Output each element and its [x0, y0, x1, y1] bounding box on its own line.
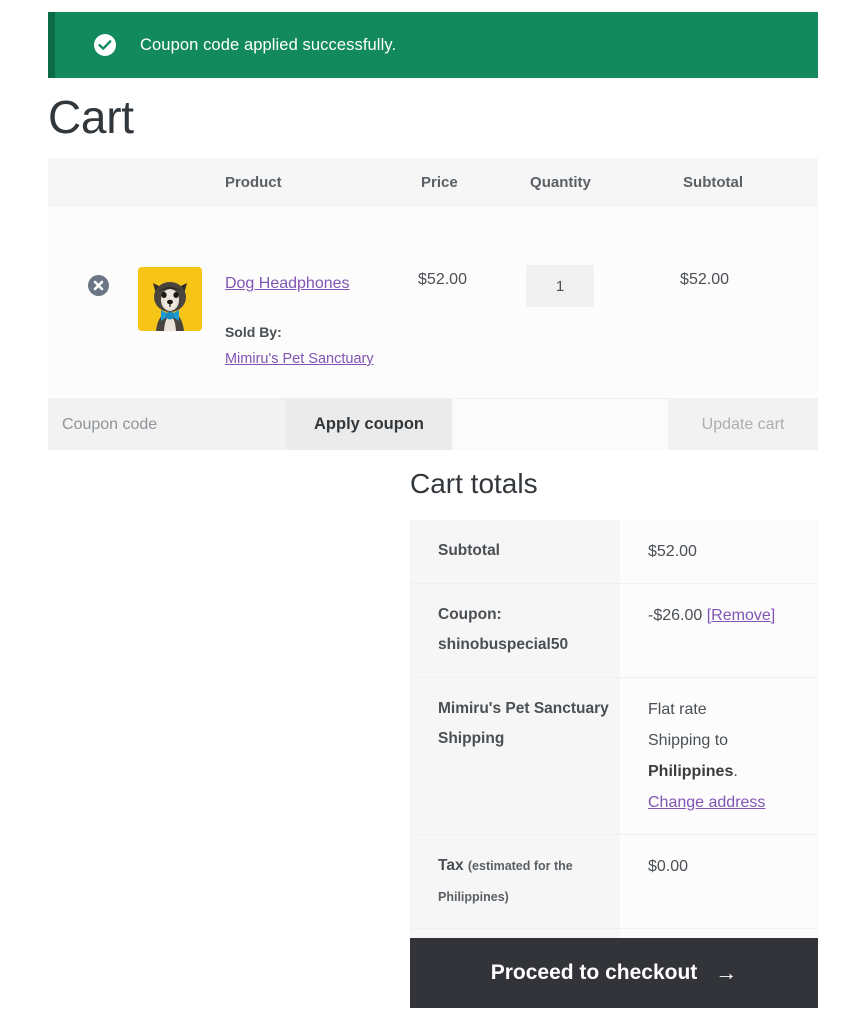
shipping-method: Flat rate	[648, 700, 707, 718]
quantity-input[interactable]	[526, 265, 595, 307]
col-header-quantity: Quantity	[526, 158, 681, 207]
product-name-link[interactable]: Dog Headphones	[225, 275, 350, 292]
vendor-link[interactable]: Mimiru's Pet Sanctuary	[225, 351, 374, 367]
col-header-product: Product	[224, 158, 419, 207]
tax-value: $0.00	[620, 834, 818, 929]
col-header-price: Price	[418, 158, 527, 207]
check-circle-icon	[94, 34, 116, 56]
coupon-row-spacer	[452, 399, 668, 450]
remove-item-icon[interactable]	[88, 275, 109, 296]
notice-message: Coupon code applied successfully.	[140, 35, 397, 54]
sold-by-label: Sold By:	[224, 324, 282, 341]
coupon-remove-bracket-close: ]	[770, 607, 776, 625]
update-cart-button[interactable]: Update cart	[668, 399, 818, 450]
cart-totals-table: Subtotal $52.00 Coupon: shinobuspecial50…	[410, 520, 818, 992]
tax-label: Tax	[438, 857, 464, 875]
coupon-remove-link[interactable]: Remove	[711, 607, 771, 624]
coupon-value-cell: -$26.00 [Remove]	[620, 583, 818, 678]
checkout-label: Proceed to checkout	[490, 961, 698, 984]
apply-coupon-button[interactable]: Apply coupon	[286, 399, 452, 450]
cart-totals-title: Cart totals	[410, 468, 538, 499]
success-notice: Coupon code applied successfully.	[48, 12, 818, 78]
coupon-amount: -$26.00	[648, 607, 703, 625]
coupon-code-input[interactable]	[48, 399, 286, 450]
shipping-destination: Shipping to Philippines.	[648, 725, 818, 787]
shipping-label: Mimiru's Pet Sanctuary Shipping	[410, 677, 620, 836]
shipping-country-suffix: .	[733, 763, 738, 780]
coupon-label: Coupon: shinobuspecial50	[410, 583, 620, 678]
shipping-value-cell: Flat rate Shipping to Philippines. Chang…	[620, 677, 818, 836]
coupon-actions-row: Apply coupon Update cart	[48, 398, 818, 450]
col-header-subtotal: Subtotal	[680, 158, 818, 207]
totals-row-tax: Tax (estimated for the Philippines) $0.0…	[410, 834, 818, 929]
arrow-right-icon: →	[715, 960, 738, 985]
col-header-remove	[48, 158, 138, 207]
totals-row-subtotal: Subtotal $52.00	[410, 520, 818, 585]
subtotal-value: $52.00	[620, 520, 818, 585]
shipping-to-prefix: Shipping to	[648, 731, 729, 749]
tax-label-cell: Tax (estimated for the Philippines)	[410, 834, 620, 929]
totals-row-shipping: Mimiru's Pet Sanctuary Shipping Flat rat…	[410, 677, 818, 836]
cart-table-header-row: Product Price Quantity Subtotal	[48, 158, 818, 207]
product-thumbnail[interactable]	[137, 267, 202, 331]
page-title: Cart	[48, 91, 134, 143]
change-address-link[interactable]: Change address	[648, 794, 765, 811]
notice-accent-bar	[48, 12, 55, 78]
col-header-thumbnail	[137, 158, 225, 207]
totals-row-coupon: Coupon: shinobuspecial50 -$26.00 [Remove…	[410, 583, 818, 678]
cart-page: Coupon code applied successfully. Cart P…	[0, 0, 862, 1024]
shipping-country: Philippines	[648, 763, 734, 780]
subtotal-label: Subtotal	[410, 520, 620, 585]
proceed-to-checkout-button[interactable]: Proceed to checkout →	[410, 938, 818, 1008]
